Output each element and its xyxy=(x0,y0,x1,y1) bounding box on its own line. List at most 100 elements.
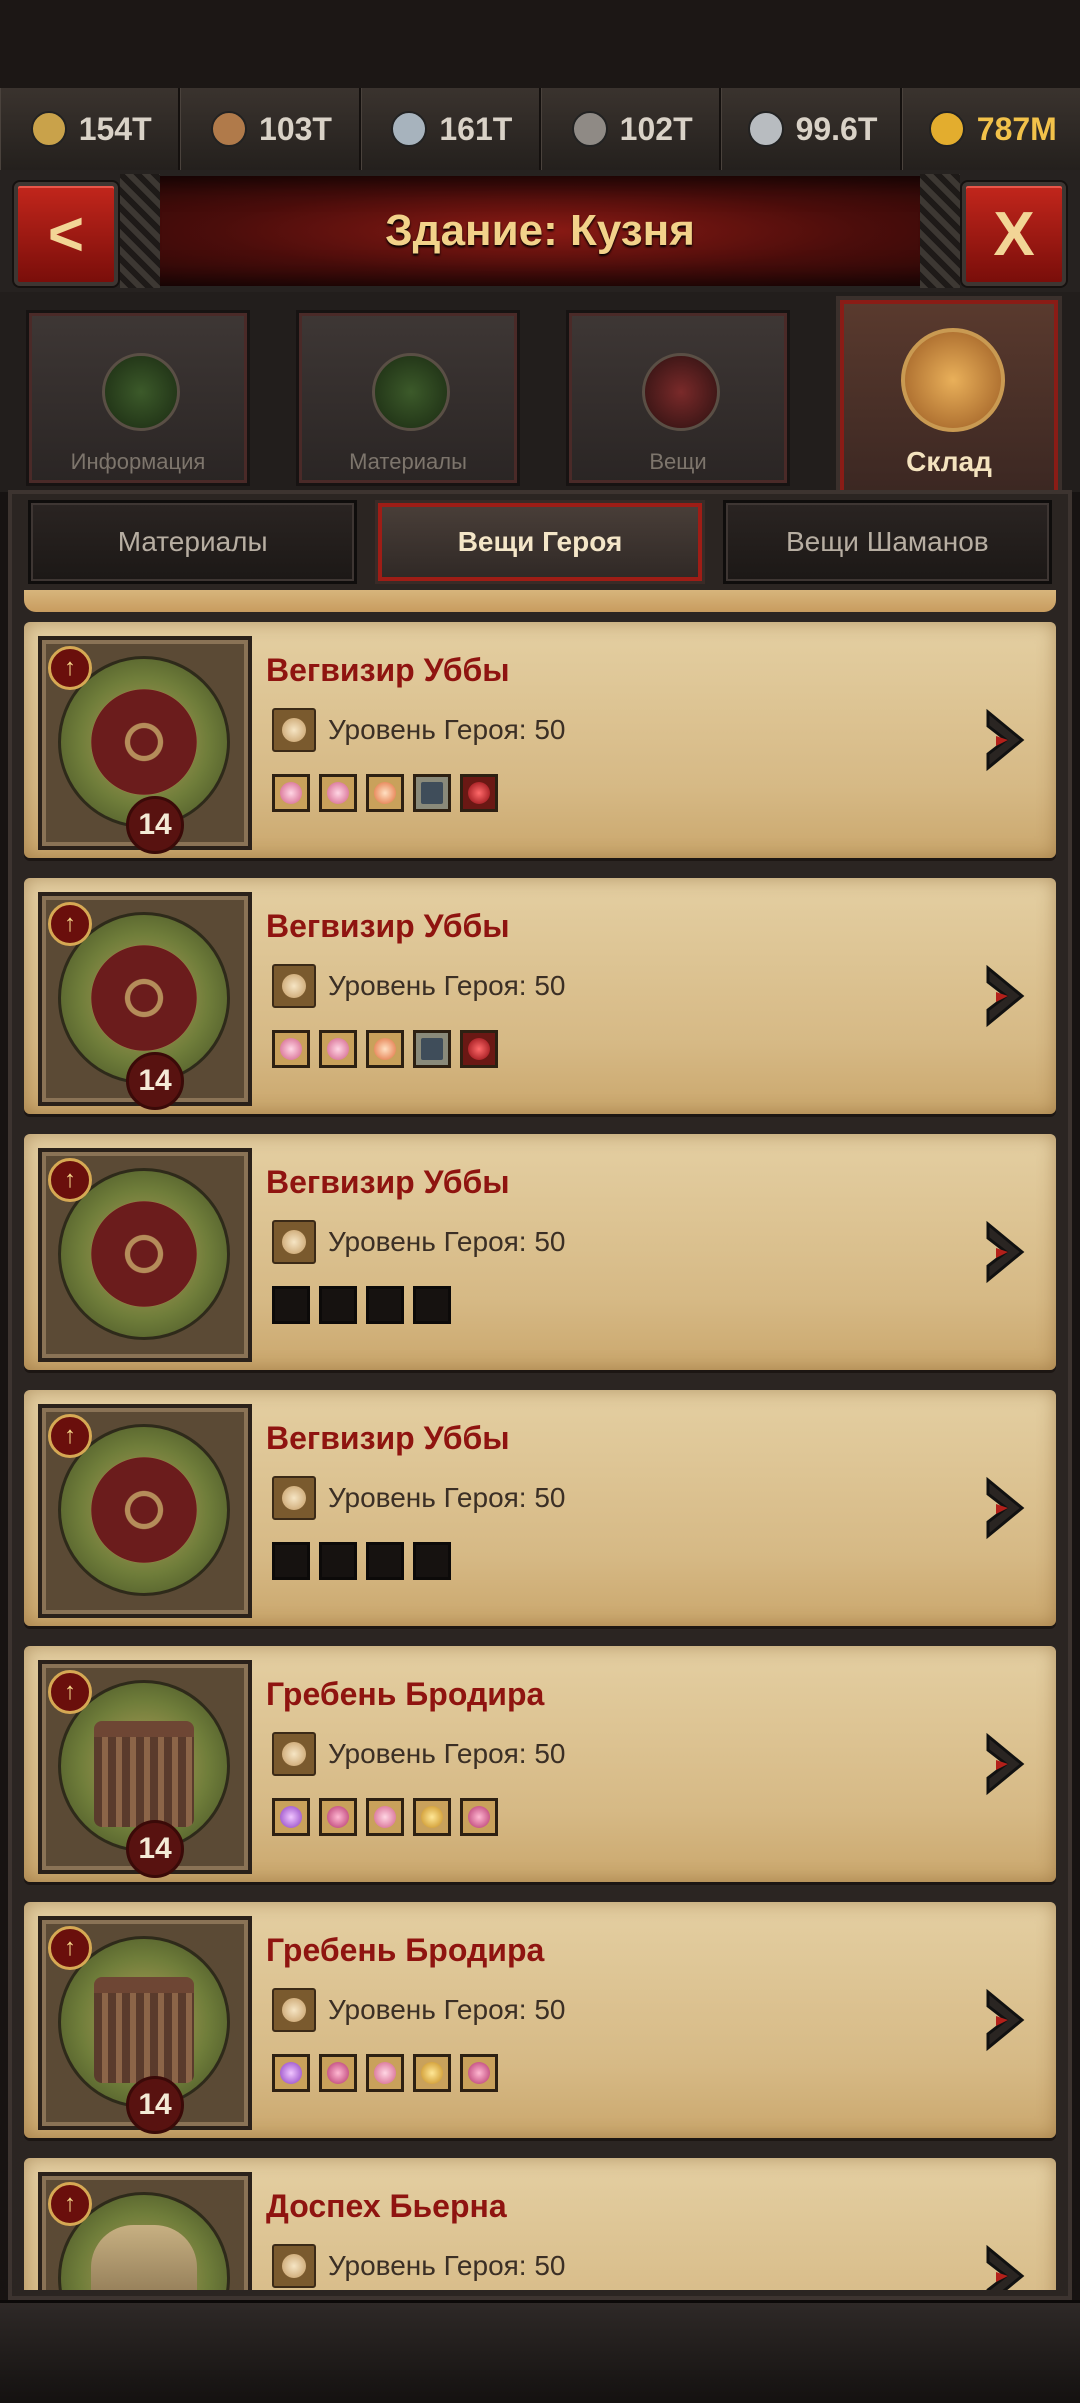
gem-slots xyxy=(272,1542,451,1580)
tab-warehouse-label: Склад xyxy=(906,446,992,477)
hero-portrait-icon xyxy=(272,1732,316,1776)
magenta-gem-icon xyxy=(319,1798,357,1836)
item-list[interactable]: ↑ 14 Вегвизир Уббы Уровень Героя: 50 ↑ 14 Вегв… xyxy=(24,590,1056,2290)
item-card[interactable]: ↑ Вегвизир Уббы Уровень Героя: 50 xyxy=(24,1134,1056,1370)
empty-gem-slot xyxy=(319,1542,357,1580)
hero-portrait-icon xyxy=(272,2244,316,2288)
resource-value: 161T xyxy=(439,110,513,147)
empty-gem-slot xyxy=(319,1286,357,1324)
requirement-text: Уровень Героя: 50 xyxy=(328,1738,566,1769)
pink-gem-icon xyxy=(366,1798,404,1836)
coin-gem-icon xyxy=(413,1798,451,1836)
item-level-badge: 14 xyxy=(126,1052,184,1110)
purple-gem-icon xyxy=(272,2054,310,2092)
status-bar xyxy=(0,0,1080,88)
pink-gem-icon xyxy=(319,1030,357,1068)
item-thumbnail: ↑ xyxy=(38,1404,252,1618)
comb-icon xyxy=(94,1977,194,2083)
item-card[interactable]: ↑ 14 Гребень Бродира Уровень Героя: 50 xyxy=(24,1902,1056,2138)
vegvisir-icon xyxy=(91,1201,197,1307)
item-card[interactable]: ↑ 14 Вегвизир Уббы Уровень Героя: 50 xyxy=(24,878,1056,1114)
item-name: Вегвизир Уббы xyxy=(266,1420,510,1456)
subtab-materials[interactable]: Материалы xyxy=(28,500,358,584)
back-button[interactable]: < xyxy=(14,182,118,286)
item-name: Вегвизир Уббы xyxy=(266,652,510,688)
resource-item[interactable]: 103T xyxy=(180,88,361,170)
item-name: Гребень Бродира xyxy=(266,1932,545,1968)
requirement-row: Уровень Героя: 50 xyxy=(272,2244,566,2288)
resource-item[interactable]: 102T xyxy=(541,88,722,170)
upgrade-arrow-icon: ↑ xyxy=(48,902,92,946)
resource-item[interactable]: 787M xyxy=(902,88,1080,170)
open-item-chevron-icon[interactable] xyxy=(978,1474,1034,1542)
subtab-shaman-items[interactable]: Вещи Шаманов xyxy=(722,500,1052,584)
empty-gem-slot xyxy=(366,1286,404,1324)
resource-item[interactable]: 154T xyxy=(0,88,181,170)
open-item-chevron-icon[interactable] xyxy=(978,962,1034,1030)
hero-portrait-icon xyxy=(272,708,316,752)
tab-items[interactable]: Вещи xyxy=(566,310,790,486)
resource-value: 102T xyxy=(619,110,693,147)
item-thumbnail: ↑ xyxy=(38,2172,252,2290)
magenta-gem-icon xyxy=(460,1798,498,1836)
item-thumbnail: ↑ xyxy=(38,1148,252,1362)
requirement-text: Уровень Героя: 50 xyxy=(328,2250,566,2281)
purple-gem-icon xyxy=(272,1798,310,1836)
resource-item[interactable]: 99.6T xyxy=(721,88,902,170)
requirement-row: Уровень Героя: 50 xyxy=(272,1476,566,1520)
vegvisir-icon xyxy=(91,945,197,1051)
magenta-gem-icon xyxy=(319,2054,357,2092)
item-thumbnail: ↑ 14 xyxy=(38,892,252,1110)
page-title: Здание: Кузня xyxy=(385,206,695,255)
resource-item[interactable]: 161T xyxy=(361,88,541,170)
resource-value: 99.6T xyxy=(795,110,878,147)
header: Здание: Кузня < X xyxy=(0,170,1080,295)
item-card[interactable]: ↑ Вегвизир Уббы Уровень Героя: 50 xyxy=(24,1390,1056,1626)
coin-gem-icon xyxy=(413,2054,451,2092)
empty-gem-slot xyxy=(272,1286,310,1324)
open-item-chevron-icon[interactable] xyxy=(978,706,1034,774)
requirement-text: Уровень Героя: 50 xyxy=(328,970,566,1001)
red-gem-icon xyxy=(460,1030,498,1068)
list-top-edge xyxy=(24,590,1056,612)
item-card[interactable]: ↑ Доспех Бьерна Уровень Героя: 50 xyxy=(24,2158,1056,2290)
tab-warehouse[interactable]: Склад xyxy=(836,296,1062,500)
vegvisir-icon xyxy=(91,689,197,795)
upgrade-arrow-icon: ↑ xyxy=(48,1158,92,1202)
requirement-row: Уровень Героя: 50 xyxy=(272,1988,566,2032)
comb-icon xyxy=(94,1721,194,1827)
sub-tabs: Материалы Вещи Героя Вещи Шаманов xyxy=(28,500,1052,584)
pink-gem-icon xyxy=(319,774,357,812)
open-item-chevron-icon[interactable] xyxy=(978,1986,1034,2054)
tab-materials[interactable]: Материалы xyxy=(296,310,520,486)
tab-info[interactable]: Информация xyxy=(26,310,250,486)
item-card[interactable]: ↑ 14 Вегвизир Уббы Уровень Героя: 50 xyxy=(24,622,1056,858)
info-icon xyxy=(102,353,180,431)
subtab-hero-items[interactable]: Вещи Героя xyxy=(375,500,705,584)
rune-gem-icon xyxy=(413,1030,451,1068)
bottom-frame xyxy=(0,2300,1080,2403)
empty-gem-slot xyxy=(413,1542,451,1580)
requirement-text: Уровень Героя: 50 xyxy=(328,1482,566,1513)
vegvisir-icon xyxy=(91,1457,197,1563)
item-name: Гребень Бродира xyxy=(266,1676,545,1712)
close-icon: X xyxy=(993,199,1035,269)
item-card[interactable]: ↑ 14 Гребень Бродира Уровень Героя: 50 xyxy=(24,1646,1056,1882)
open-item-chevron-icon[interactable] xyxy=(978,1218,1034,1286)
close-button[interactable]: X xyxy=(962,182,1066,286)
orange-gem-icon xyxy=(366,774,404,812)
open-item-chevron-icon[interactable] xyxy=(978,2242,1034,2290)
tab-info-label: Информация xyxy=(70,449,206,474)
item-name: Вегвизир Уббы xyxy=(266,1164,510,1200)
open-item-chevron-icon[interactable] xyxy=(978,1730,1034,1798)
item-thumbnail: ↑ 14 xyxy=(38,1916,252,2134)
items-icon xyxy=(642,353,720,431)
materials-icon xyxy=(372,353,450,431)
empty-gem-slot xyxy=(272,1542,310,1580)
hero-portrait-icon xyxy=(272,1220,316,1264)
building-tabs: Информация Материалы Вещи Склад xyxy=(0,292,1080,500)
requirement-text: Уровень Героя: 50 xyxy=(328,1226,566,1257)
item-level-badge: 14 xyxy=(126,2076,184,2134)
warehouse-icon xyxy=(901,328,1005,432)
pink-gem-icon xyxy=(272,774,310,812)
